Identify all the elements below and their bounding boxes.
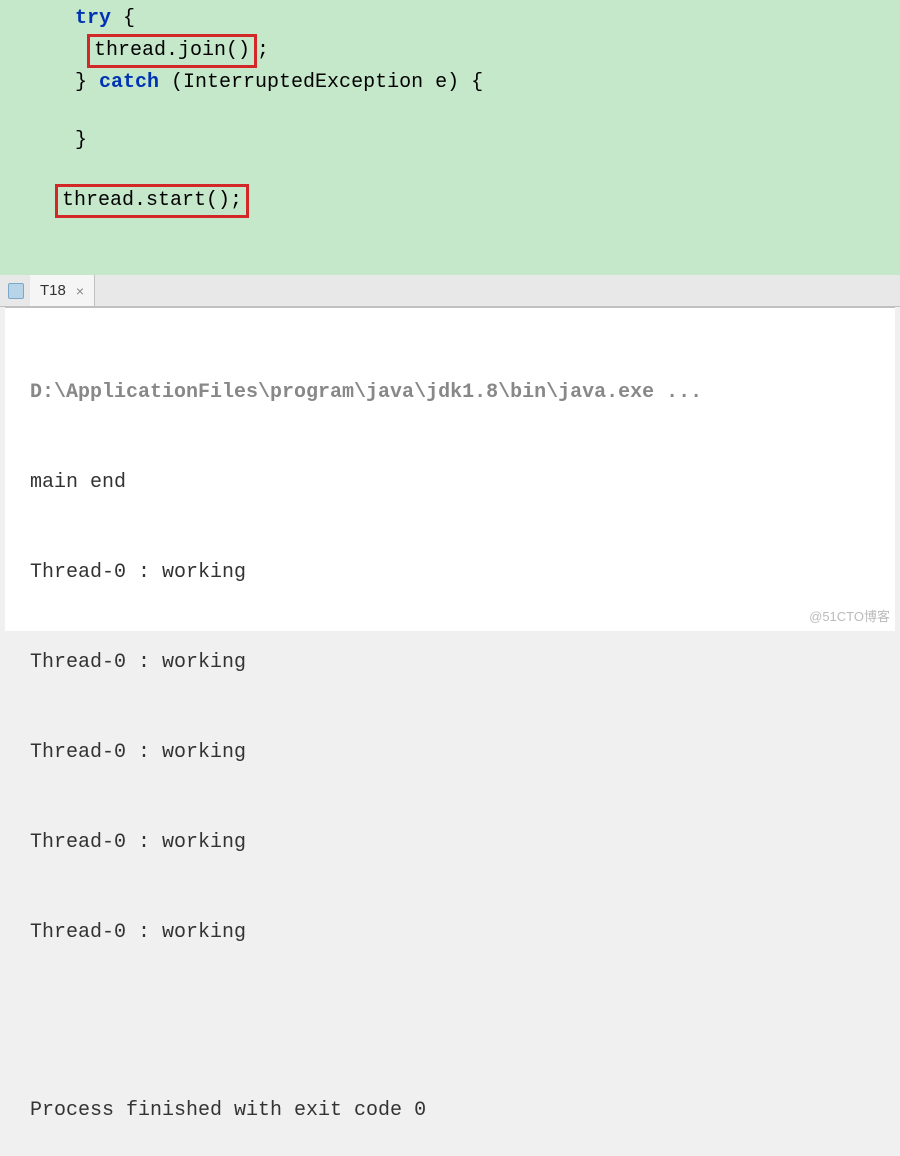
code-line: } <box>0 126 900 156</box>
watermark-text: @51CTO博客 <box>809 606 890 625</box>
run-tab[interactable]: T18 × <box>30 275 95 306</box>
run-config-icon <box>8 283 24 299</box>
run-tab-bar: T18 × <box>0 275 900 307</box>
console-output-panel[interactable]: D:\ApplicationFiles\program\java\jdk1.8\… <box>5 307 895 631</box>
console-exit-line: Process finished with exit code 0 <box>30 1096 870 1126</box>
code-editor-panel: try { thread.join(); } catch (Interrupte… <box>0 0 900 275</box>
close-icon[interactable]: × <box>76 283 84 299</box>
code-line: try { <box>0 4 900 34</box>
console-output-line: Thread-0 : working <box>30 828 870 858</box>
code-line: } catch (InterruptedException e) { <box>0 68 900 98</box>
console-output-line: Thread-0 : working <box>30 558 870 588</box>
console-output-line: Thread-0 : working <box>30 918 870 948</box>
console-output-line: Thread-0 : working <box>30 738 870 768</box>
blank-line <box>0 98 900 126</box>
tab-label: T18 <box>40 282 66 299</box>
code-line: thread.start(); <box>0 184 900 218</box>
blank-line <box>30 1008 870 1036</box>
highlight-box-join: thread.join() <box>87 34 257 68</box>
console-command-line: D:\ApplicationFiles\program\java\jdk1.8\… <box>30 378 870 408</box>
keyword-try: try <box>75 7 111 30</box>
keyword-catch: catch <box>99 71 159 94</box>
blank-line <box>0 156 900 184</box>
console-output-line: Thread-0 : working <box>30 648 870 678</box>
code-line: thread.join(); <box>0 34 900 68</box>
highlight-box-start: thread.start(); <box>55 184 249 218</box>
console-output-line: main end <box>30 468 870 498</box>
